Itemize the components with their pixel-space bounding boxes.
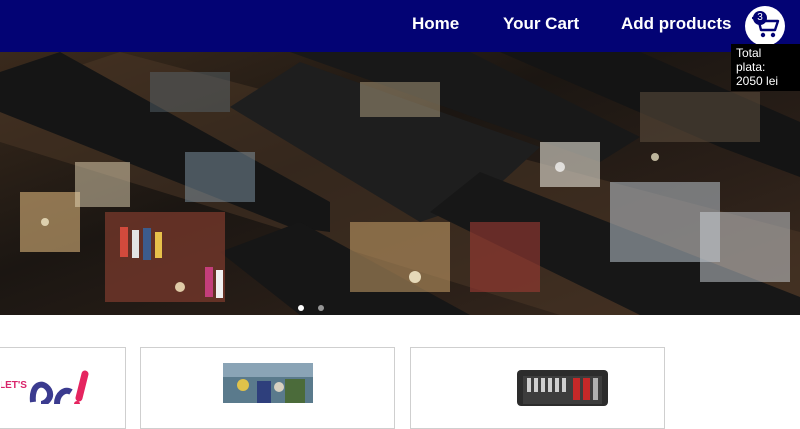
cart-count-badge: 3 [753, 11, 767, 25]
carousel-dot-1[interactable] [298, 305, 304, 311]
product-card-1[interactable]: LET'S [0, 347, 126, 429]
cart-total-tooltip: Total plata: 2050 lei [731, 44, 800, 91]
nav-your-cart-link[interactable]: Your Cart [503, 14, 579, 34]
cart-button[interactable]: 3 [745, 6, 785, 46]
carousel-dot-2[interactable] [318, 305, 325, 311]
cart-total-label-2: plata: [736, 60, 766, 74]
nav-add-products-link[interactable]: Add products [621, 14, 732, 34]
top-navbar: Home Your Cart Add products 3 [0, 0, 800, 52]
product-card-3[interactable] [410, 347, 665, 429]
cart-total-amount: 2050 lei [736, 74, 779, 88]
hero-carousel[interactable] [0, 52, 800, 315]
nav-home-link[interactable]: Home [412, 14, 459, 34]
cart-total-label: Total [736, 46, 762, 60]
night-market-photo [0, 52, 800, 315]
product-image-label: LET'S [1, 380, 27, 391]
product-image-1: LET'S [1, 370, 89, 404]
product-image-3 [517, 370, 608, 406]
product-card-2[interactable] [140, 347, 395, 429]
carousel-indicators [298, 298, 334, 315]
product-image-2 [223, 363, 313, 403]
